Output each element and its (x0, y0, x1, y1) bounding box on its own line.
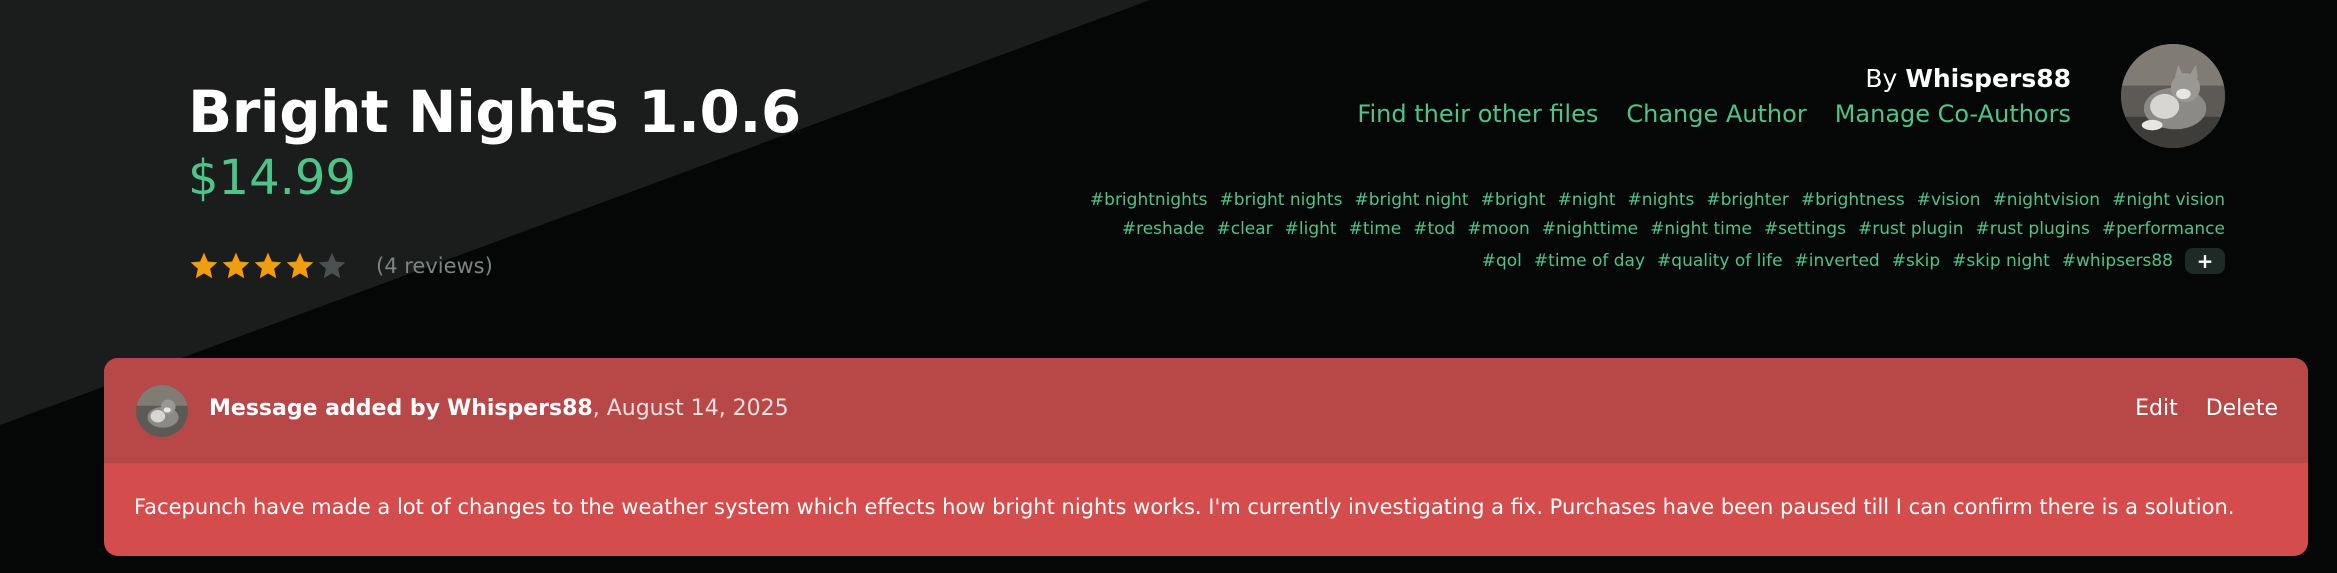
cat-avatar-image (2121, 44, 2225, 148)
star-icon (316, 250, 348, 282)
tag-link[interactable]: #bright (1481, 190, 1546, 210)
star-icon (188, 250, 220, 282)
tag-link[interactable]: #reshade (1122, 219, 1205, 239)
star-icon (284, 250, 316, 282)
tag-link[interactable]: #time of day (1534, 251, 1645, 271)
tag-link[interactable]: #time (1349, 219, 1402, 239)
tag-link[interactable]: #quality of life (1657, 251, 1782, 271)
tag-link[interactable]: #brightnights (1090, 190, 1208, 210)
tag-row: #brightnights #bright nights #bright night… (1090, 190, 2225, 210)
message-prefix: Message added by (209, 396, 440, 421)
message-actions: Edit Delete (2135, 396, 2278, 421)
message-author[interactable]: Whispers88 (447, 396, 593, 421)
tag-link[interactable]: #bright nights (1219, 190, 1342, 210)
author-message-card: Message added by Whispers88, August 14, … (104, 358, 2308, 556)
tag-link[interactable]: #night (1558, 190, 1616, 210)
stars-container (188, 250, 348, 282)
tag-link[interactable]: #performance (2102, 219, 2225, 239)
star-icon (220, 250, 252, 282)
tag-link[interactable]: #skip night (1952, 251, 2050, 271)
message-body: Facepunch have made a lot of changes to … (134, 495, 2235, 519)
message-author-avatar[interactable] (136, 385, 188, 437)
cat-avatar-image (136, 385, 188, 437)
tag-link[interactable]: #night vision (2112, 190, 2225, 210)
tag-link[interactable]: #inverted (1795, 251, 1880, 271)
tag-link[interactable]: #nighttime (1542, 219, 1638, 239)
author-links: Find their other files Change Author Man… (1357, 100, 2071, 128)
tag-list: #brightnights #bright nights #bright night… (1075, 190, 2225, 274)
tag-link[interactable]: #qol (1482, 251, 1522, 271)
tag-link[interactable]: #tod (1413, 219, 1455, 239)
tag-link[interactable]: #brightness (1801, 190, 1905, 210)
tag-link[interactable]: #vision (1917, 190, 1981, 210)
tag-link[interactable]: #rust plugin (1858, 219, 1964, 239)
tag-link[interactable]: #moon (1467, 219, 1529, 239)
message-header: Message added by Whispers88, August 14, … (104, 358, 2308, 463)
more-tags-button[interactable]: + (2185, 248, 2225, 274)
author-byline: By Whispers88 (1865, 64, 2071, 93)
edit-message-button[interactable]: Edit (2135, 396, 2178, 421)
tag-link[interactable]: #whipsers88 (2062, 251, 2173, 271)
author-name[interactable]: Whispers88 (1905, 64, 2071, 93)
product-header: Bright Nights 1.0.6 $14.99 (4 reviews) B… (0, 0, 2337, 355)
tag-link[interactable]: #nights (1628, 190, 1695, 210)
reviews-link[interactable]: (4 reviews) (376, 254, 493, 278)
tag-link[interactable]: #bright night (1354, 190, 1468, 210)
tag-link[interactable]: #night time (1650, 219, 1752, 239)
star-rating: (4 reviews) (188, 250, 493, 282)
tag-link[interactable]: #brighter (1706, 190, 1788, 210)
star-icon (252, 250, 284, 282)
tag-link[interactable]: #settings (1764, 219, 1846, 239)
message-date: , August 14, 2025 (592, 396, 789, 421)
change-author-link[interactable]: Change Author (1626, 100, 1806, 128)
manage-co-authors-link[interactable]: Manage Co-Authors (1835, 100, 2071, 128)
tag-link[interactable]: #rust plugins (1976, 219, 2090, 239)
tag-link[interactable]: #skip (1892, 251, 1940, 271)
author-avatar[interactable] (2121, 44, 2225, 148)
product-price: $14.99 (188, 150, 356, 206)
tag-link[interactable]: #clear (1216, 219, 1272, 239)
tag-row: #qol #time of day #quality of life #inverte… (1482, 248, 2225, 274)
tag-row: #reshade #clear #light #time #tod #moon #night… (1122, 219, 2225, 239)
tag-link[interactable]: #nightvision (1993, 190, 2101, 210)
tag-link[interactable]: #light (1285, 219, 1337, 239)
message-meta: Message added by Whispers88, August 14, … (209, 396, 789, 421)
delete-message-button[interactable]: Delete (2206, 396, 2278, 421)
by-prefix: By (1865, 64, 1898, 93)
find-other-files-link[interactable]: Find their other files (1357, 100, 1598, 128)
product-title: Bright Nights 1.0.6 (188, 78, 801, 146)
